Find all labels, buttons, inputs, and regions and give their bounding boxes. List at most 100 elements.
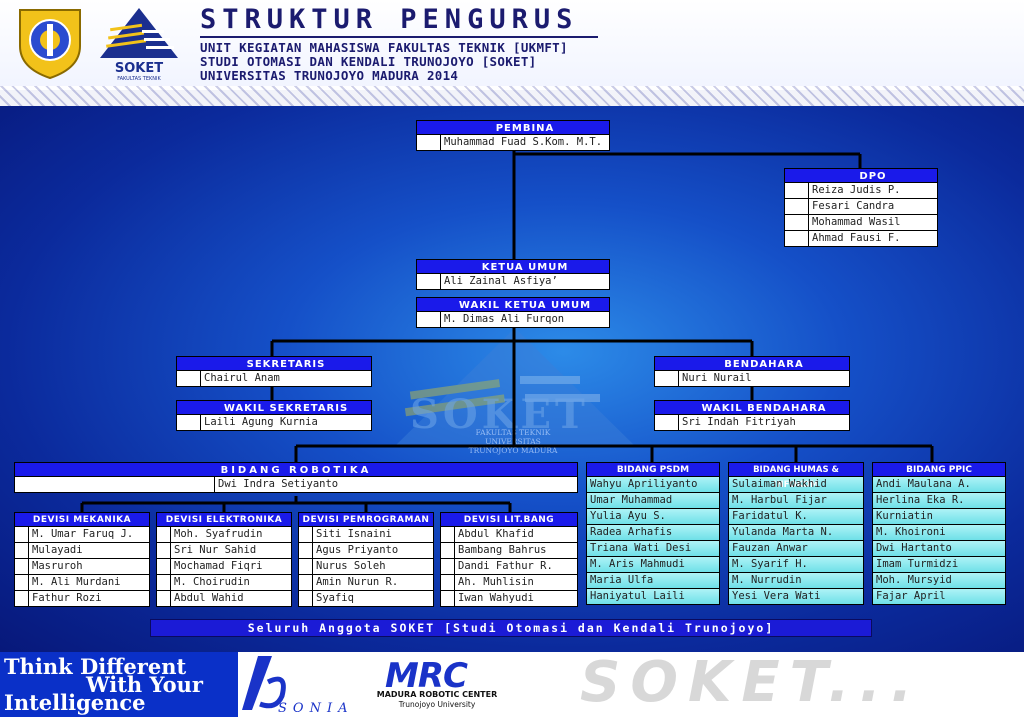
- sekretaris-title: SEKRETARIS: [176, 356, 372, 371]
- devisi-pemrograman-box: DEVISI PEMROGRAMAN Siti Isnaini Agus Pri…: [298, 512, 434, 607]
- bidang-psdm-row: Maria Ulfa: [586, 573, 720, 589]
- bidang-robotika-name-row: Dwi Indra Setiyanto: [14, 477, 578, 493]
- bidang-humas-row: Yesi Vera Wati: [728, 589, 864, 605]
- bidang-ppic-row: Fajar April: [872, 589, 1006, 605]
- bendahara-box: BENDAHARA Nuri Nurail: [654, 356, 850, 387]
- ketua-umum-name-row: Ali Zainal Asfiya’: [416, 274, 610, 290]
- devisi-mekanika-row: Masruroh: [14, 559, 150, 575]
- soket-banner-text: SOKET...: [580, 650, 923, 715]
- think-different-banner: Think Different With Your Intelligence: [0, 652, 238, 717]
- devisi-litbang-title: DEVISI LIT.BANG: [440, 512, 578, 527]
- devisi-elektronika-row: Abdul Wahid: [156, 591, 292, 607]
- subtitle-line-2: STUDI OTOMASI DAN KENDALI TRUNOJOYO [SOK…: [200, 54, 537, 69]
- devisi-litbang-row: Ah. Muhlisin: [440, 575, 578, 591]
- bidang-ppic-title: BIDANG PPIC: [872, 462, 1006, 477]
- bendahara-title: BENDAHARA: [654, 356, 850, 371]
- bendahara-name-row: Nuri Nurail: [654, 371, 850, 387]
- devisi-elektronika-row: M. Choirudin: [156, 575, 292, 591]
- wakil-bendahara-box: WAKIL BENDAHARA Sri Indah Fitriyah: [654, 400, 850, 431]
- devisi-elektronika-row: Moh. Syafrudin: [156, 527, 292, 543]
- title-underline: [200, 36, 598, 38]
- members-band: Seluruh Anggota SOKET [Studi Otomasi dan…: [150, 619, 872, 637]
- dpo-row: Mohammad Wasil: [784, 215, 938, 231]
- bidang-humas-row: M. Nurrudin: [728, 573, 864, 589]
- decorative-stripe: [0, 86, 1024, 106]
- bidang-humas-row: Faridatul K.: [728, 509, 864, 525]
- devisi-elektronika-row: Mochamad Fiqri: [156, 559, 292, 575]
- svg-text:FAKULTAS TEKNIK: FAKULTAS TEKNIK: [117, 76, 161, 82]
- bidang-robotika-box: BIDANG ROBOTIKA Dwi Indra Setiyanto: [14, 462, 578, 493]
- subtitle-line-3: UNIVERSITAS TRUNOJOYO MADURA 2014: [200, 68, 459, 83]
- bidang-psdm-box: BIDANG PSDM Wahyu Apriliyanto Umar Muham…: [586, 462, 720, 605]
- bidang-ppic-row: Dwi Hartanto: [872, 541, 1006, 557]
- devisi-mekanika-box: DEVISI MEKANIKA M. Umar Faruq J. Mulayad…: [14, 512, 150, 607]
- ketua-umum-box: KETUA UMUM Ali Zainal Asfiya’: [416, 259, 610, 290]
- bidang-humas-row: M. Syarif H.: [728, 557, 864, 573]
- think-line-3: Intelligence: [4, 690, 146, 715]
- bidang-ppic-row: Andi Maulana A.: [872, 477, 1006, 493]
- header: SOKET FAKULTAS TEKNIK STRUKTUR PENGURUS …: [0, 0, 1024, 90]
- devisi-mekanika-title: DEVISI MEKANIKA: [14, 512, 150, 527]
- sonia-logo: SONIA: [242, 656, 353, 716]
- devisi-mekanika-row: Fathur Rozi: [14, 591, 150, 607]
- devisi-pemrograman-title: DEVISI PEMROGRAMAN: [298, 512, 434, 527]
- bidang-ppic-row: M. Khoironi: [872, 525, 1006, 541]
- ukm-shield-logo: [19, 9, 81, 80]
- devisi-pemrograman-row: Amin Nurun R.: [298, 575, 434, 591]
- devisi-pemrograman-row: Agus Priyanto: [298, 543, 434, 559]
- bidang-robotika-title: BIDANG ROBOTIKA: [14, 462, 578, 477]
- devisi-pemrograman-row: Nurus Soleh: [298, 559, 434, 575]
- bidang-humas-row: Fauzan Anwar: [728, 541, 864, 557]
- devisi-elektronika-box: DEVISI ELEKTRONIKA Moh. Syafrudin Sri Nu…: [156, 512, 292, 607]
- devisi-mekanika-row: M. Ali Murdani: [14, 575, 150, 591]
- wakil-sekretaris-title: WAKIL SEKRETARIS: [176, 400, 372, 415]
- wakil-sekretaris-box: WAKIL SEKRETARIS Laili Agung Kurnia: [176, 400, 372, 431]
- devisi-pemrograman-row: Siti Isnaini: [298, 527, 434, 543]
- dpo-box: DPO Reiza Judis P. Fesari Candra Mohamma…: [784, 168, 938, 247]
- bidang-psdm-row: Haniyatul Laili: [586, 589, 720, 605]
- mrc-subtitle: MADURA ROBOTIC CENTER: [376, 690, 498, 699]
- bidang-ppic-row: Imam Turmidzi: [872, 557, 1006, 573]
- bidang-humas-row: M. Harbul Fijar: [728, 493, 864, 509]
- bidang-humas-row: Sulaiman Wakhid: [728, 477, 864, 493]
- dpo-title: DPO: [784, 168, 938, 183]
- wakil-ketua-name-row: M. Dimas Ali Furqon: [416, 312, 610, 328]
- wakil-ketua-title: WAKIL KETUA UMUM: [416, 297, 610, 312]
- bidang-ppic-row: Kurniatin: [872, 509, 1006, 525]
- bidang-psdm-row: M. Aris Mahmudi: [586, 557, 720, 573]
- wakil-sekretaris-name-row: Laili Agung Kurnia: [176, 415, 372, 431]
- bidang-psdm-row: Triana Wati Desi: [586, 541, 720, 557]
- devisi-litbang-row: Iwan Wahyudi: [440, 591, 578, 607]
- dpo-row: Reiza Judis P.: [784, 183, 938, 199]
- bidang-humas-box: BIDANG HUMAS & INFOKOM Sulaiman Wakhid M…: [728, 462, 864, 605]
- devisi-litbang-box: DEVISI LIT.BANG Abdul Khafid Bambang Bah…: [440, 512, 578, 607]
- wakil-ketua-box: WAKIL KETUA UMUM M. Dimas Ali Furqon: [416, 297, 610, 328]
- bidang-psdm-row: Yulia Ayu S.: [586, 509, 720, 525]
- devisi-litbang-row: Dandi Fathur R.: [440, 559, 578, 575]
- bidang-psdm-title: BIDANG PSDM: [586, 462, 720, 477]
- soket-pyramid-logo: SOKET FAKULTAS TEKNIK: [100, 8, 178, 82]
- devisi-pemrograman-row: Syafiq: [298, 591, 434, 607]
- bidang-psdm-row: Umar Muhammad: [586, 493, 720, 509]
- svg-text:SONIA: SONIA: [278, 701, 353, 716]
- devisi-elektronika-title: DEVISI ELEKTRONIKA: [156, 512, 292, 527]
- pembina-name-row: Muhammad Fuad S.Kom. M.T.: [416, 135, 610, 151]
- ketua-umum-title: KETUA UMUM: [416, 259, 610, 274]
- dpo-row: Fesari Candra: [784, 199, 938, 215]
- devisi-litbang-row: Bambang Bahrus: [440, 543, 578, 559]
- devisi-elektronika-row: Sri Nur Sahid: [156, 543, 292, 559]
- sekretaris-box: SEKRETARIS Chairul Anam: [176, 356, 372, 387]
- wakil-bendahara-title: WAKIL BENDAHARA: [654, 400, 850, 415]
- pembina-box: PEMBINA Muhammad Fuad S.Kom. M.T.: [416, 120, 610, 151]
- bidang-ppic-box: BIDANG PPIC Andi Maulana A. Herlina Eka …: [872, 462, 1006, 605]
- dpo-row: Ahmad Fausi F.: [784, 231, 938, 247]
- wakil-bendahara-name-row: Sri Indah Fitriyah: [654, 415, 850, 431]
- devisi-litbang-row: Abdul Khafid: [440, 527, 578, 543]
- svg-text:SOKET: SOKET: [115, 61, 163, 76]
- bidang-humas-title: BIDANG HUMAS & INFOKOM: [728, 462, 864, 490]
- page-title: STRUKTUR PENGURUS: [200, 4, 579, 35]
- mrc-university: Trunojoyo University: [398, 700, 476, 709]
- bidang-psdm-row: Radea Arhafis: [586, 525, 720, 541]
- bidang-ppic-row: Moh. Mursyid: [872, 573, 1006, 589]
- sekretaris-name-row: Chairul Anam: [176, 371, 372, 387]
